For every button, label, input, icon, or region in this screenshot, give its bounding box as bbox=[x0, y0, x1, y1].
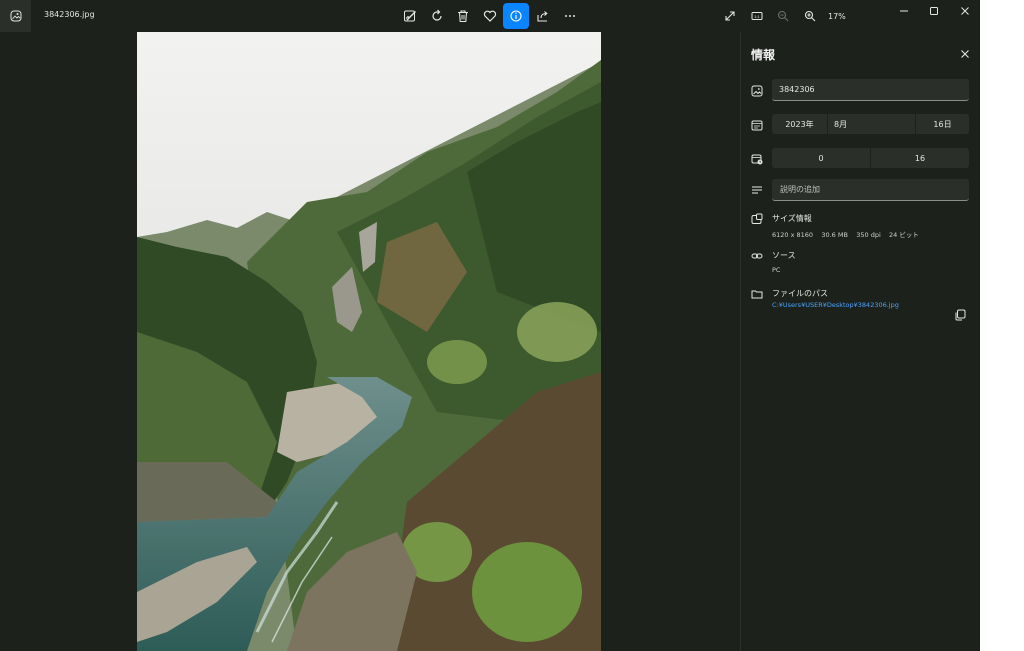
minimize-button[interactable] bbox=[889, 2, 919, 20]
dimensions-value: 6120 x 8160 bbox=[772, 231, 814, 239]
maximize-icon bbox=[930, 7, 938, 15]
info-icon bbox=[510, 10, 522, 22]
folder-icon bbox=[751, 288, 763, 300]
delete-button[interactable] bbox=[450, 3, 476, 29]
edit-image-icon bbox=[404, 10, 416, 22]
delete-icon bbox=[458, 10, 468, 23]
month-value: 8月 bbox=[834, 119, 848, 129]
copy-path-button[interactable] bbox=[953, 308, 967, 322]
actual-size-icon: 1:1 bbox=[751, 12, 763, 20]
size-info-label: サイズ情報 bbox=[772, 214, 812, 223]
image-viewer[interactable] bbox=[0, 32, 740, 651]
minute-value: 16 bbox=[914, 153, 926, 163]
more-button[interactable] bbox=[557, 3, 583, 29]
photos-app-window: 3842306.jpg 1:1 17% 情報 3842306 2023年 8月 … bbox=[0, 0, 980, 651]
maximize-button[interactable] bbox=[919, 2, 949, 20]
displayed-photo[interactable] bbox=[137, 32, 601, 651]
info-panel: 情報 3842306 2023年 8月 16日 0 16 説明の追加 サイズ情報… bbox=[740, 32, 980, 651]
bitdepth-value: 24 ビット bbox=[889, 231, 919, 239]
image-size-icon bbox=[751, 213, 763, 225]
zoom-in-icon bbox=[804, 10, 816, 22]
year-selector[interactable]: 2023年 bbox=[772, 114, 827, 134]
actual-size-button[interactable]: 1:1 bbox=[744, 3, 770, 29]
filesize-value: 30.6 MB bbox=[821, 231, 848, 239]
fullscreen-button[interactable] bbox=[717, 3, 743, 29]
text-lines-icon bbox=[751, 184, 763, 196]
favorite-icon bbox=[483, 10, 497, 22]
edit-image-button[interactable] bbox=[397, 3, 423, 29]
calendar-icon bbox=[751, 119, 763, 131]
description-placeholder: 説明の追加 bbox=[780, 185, 820, 194]
title-bar: 3842306.jpg 1:1 17% bbox=[0, 0, 980, 32]
year-value: 2023年 bbox=[785, 119, 814, 129]
zoom-in-button[interactable] bbox=[797, 3, 823, 29]
close-panel-button[interactable] bbox=[956, 46, 974, 62]
minute-selector[interactable]: 16 bbox=[870, 148, 969, 168]
zoom-level: 17% bbox=[828, 12, 846, 21]
hour-selector[interactable]: 0 bbox=[772, 148, 870, 168]
day-selector[interactable]: 16日 bbox=[915, 114, 969, 134]
copy-icon bbox=[955, 309, 966, 321]
source-value: PC bbox=[772, 266, 781, 274]
rotate-button[interactable] bbox=[424, 3, 450, 29]
close-icon bbox=[961, 50, 969, 58]
source-label: ソース bbox=[772, 251, 796, 260]
filename-value: 3842306 bbox=[779, 85, 815, 94]
link-icon bbox=[751, 250, 763, 262]
share-icon bbox=[537, 11, 548, 22]
month-selector[interactable]: 8月 bbox=[827, 114, 915, 134]
hour-value: 0 bbox=[818, 153, 824, 163]
panel-title: 情報 bbox=[751, 48, 776, 62]
description-input[interactable]: 説明の追加 bbox=[772, 179, 969, 201]
zoom-out-icon bbox=[777, 10, 789, 22]
clock-calendar-icon bbox=[751, 153, 763, 165]
share-button[interactable] bbox=[530, 3, 556, 29]
file-path-label: ファイルのパス bbox=[772, 289, 828, 298]
date-picker[interactable]: 2023年 8月 16日 bbox=[772, 114, 969, 134]
favorite-button[interactable] bbox=[477, 3, 503, 29]
dpi-value: 350 dpi bbox=[856, 231, 881, 239]
info-button[interactable] bbox=[503, 3, 529, 29]
rotate-icon bbox=[432, 9, 442, 21]
file-path-link[interactable]: C:¥Users¥USER¥Desktop¥3842306.jpg bbox=[772, 301, 899, 309]
day-value: 16日 bbox=[933, 119, 952, 129]
filename-field[interactable]: 3842306 bbox=[772, 79, 969, 101]
more-icon bbox=[565, 15, 575, 17]
file-name: 3842306.jpg bbox=[44, 10, 95, 19]
photos-app-icon[interactable] bbox=[0, 0, 31, 32]
minimize-icon bbox=[900, 10, 908, 12]
close-window-button[interactable] bbox=[950, 2, 980, 20]
svg-text:1:1: 1:1 bbox=[754, 14, 760, 19]
time-picker[interactable]: 0 16 bbox=[772, 148, 969, 168]
zoom-out-button[interactable] bbox=[770, 3, 796, 29]
image-icon bbox=[751, 85, 763, 97]
fullscreen-icon bbox=[725, 11, 735, 21]
size-details: 6120 x 8160 30.6 MB 350 dpi 24 ビット bbox=[772, 229, 919, 239]
close-icon bbox=[961, 7, 969, 15]
